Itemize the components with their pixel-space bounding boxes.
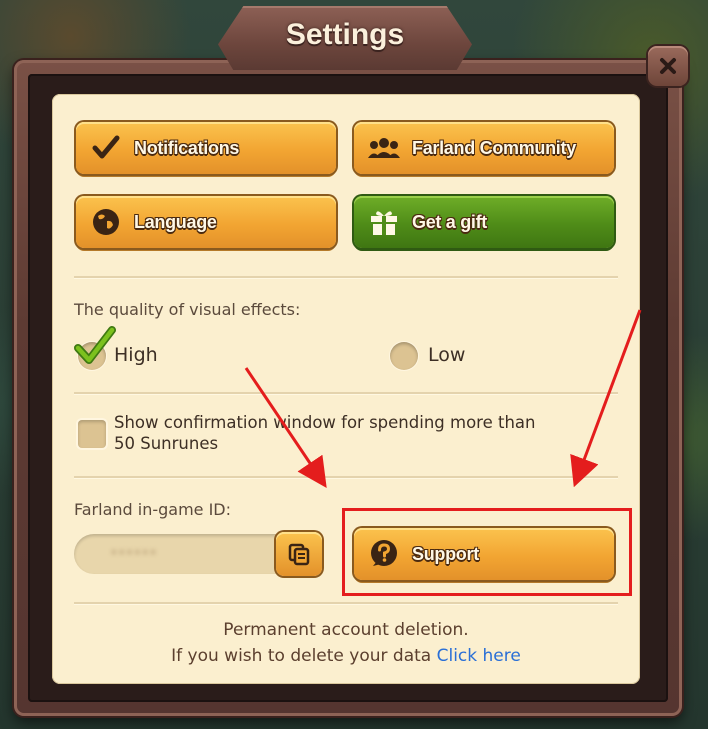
farland-community-button[interactable]: Farland Community — [354, 122, 614, 174]
account-deletion-text: If you wish to delete your data Click he… — [52, 646, 640, 666]
checkmark-icon — [90, 132, 122, 164]
account-deletion-prefix: If you wish to delete your data — [171, 646, 437, 666]
visual-quality-label: The quality of visual effects: — [74, 300, 301, 319]
gift-icon — [368, 206, 400, 238]
copy-icon — [288, 543, 310, 566]
language-button[interactable]: Language — [76, 196, 336, 248]
confirmation-checkbox[interactable] — [78, 420, 106, 448]
notifications-button[interactable]: Notifications — [76, 122, 336, 174]
copy-id-button[interactable] — [276, 532, 322, 576]
radio-high-label: High — [114, 344, 158, 366]
dialog-title: Settings — [285, 18, 405, 51]
people-icon — [368, 132, 400, 164]
delete-data-link[interactable]: Click here — [437, 646, 521, 666]
get-a-gift-button[interactable]: Get a gift — [354, 196, 614, 248]
support-highlight-box — [342, 508, 632, 596]
game-id-value-obscured: •••••• — [110, 546, 157, 561]
gift-label: Get a gift — [412, 211, 488, 232]
game-id-field[interactable]: •••••• — [74, 534, 302, 574]
language-label: Language — [134, 211, 217, 232]
confirmation-line-2: 50 Sunrunes — [114, 434, 219, 453]
community-label: Farland Community — [412, 137, 576, 158]
selected-checkmark-icon — [74, 326, 116, 364]
divider — [74, 276, 618, 279]
confirmation-line-1: Show confirmation window for spending mo… — [114, 413, 536, 432]
account-deletion-title: Permanent account deletion. — [223, 620, 469, 640]
confirmation-label: Show confirmation window for spending mo… — [114, 412, 535, 454]
radio-low-label: Low — [428, 344, 466, 366]
notifications-label: Notifications — [134, 137, 240, 158]
radio-low[interactable] — [390, 342, 418, 370]
divider — [74, 476, 618, 479]
divider — [74, 602, 618, 605]
game-id-label: Farland in-game ID: — [74, 500, 232, 519]
close-icon — [660, 58, 676, 74]
close-button[interactable] — [648, 46, 688, 86]
divider — [74, 392, 618, 395]
globe-icon — [90, 206, 122, 238]
